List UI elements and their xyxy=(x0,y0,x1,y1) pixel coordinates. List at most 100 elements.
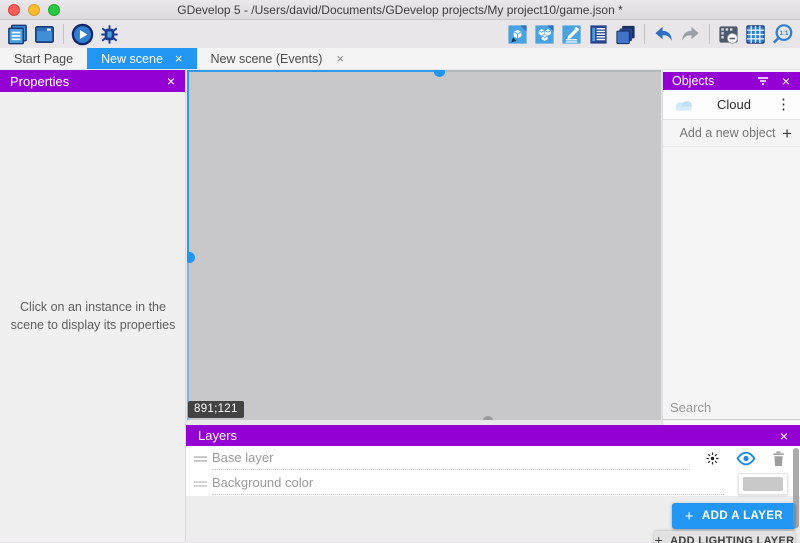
layer-row-background-color[interactable]: Background color xyxy=(186,471,800,496)
layer-name-field[interactable]: Base layer xyxy=(212,447,690,470)
tab-bar: Start Page New scene × New scene (Events… xyxy=(0,48,800,70)
cloud-object-icon xyxy=(673,98,695,112)
drag-handle-icon[interactable] xyxy=(192,479,212,489)
start-page-button[interactable] xyxy=(31,21,58,47)
zoom-1-1-icon: 1:1 xyxy=(771,23,794,46)
objects-close-icon[interactable]: × xyxy=(780,74,792,88)
toggle-grid-button[interactable] xyxy=(742,21,769,47)
grid-icon xyxy=(744,23,767,46)
layer-delete-trash-icon[interactable] xyxy=(771,450,786,467)
tab-new-scene[interactable]: New scene × xyxy=(87,48,196,69)
object-list-item-cloud[interactable]: Cloud ⋮ xyxy=(663,90,800,120)
objects-search-bar xyxy=(663,396,800,420)
scene-properties-button[interactable] xyxy=(558,21,585,47)
toolbar-separator xyxy=(709,24,710,44)
layers-panel-title: Layers xyxy=(198,428,237,443)
preview-button[interactable] xyxy=(69,21,96,47)
instances-list-button[interactable] xyxy=(585,21,612,47)
objects-panel-header: Objects × xyxy=(663,72,800,90)
redo-icon xyxy=(679,23,702,46)
scene-window-border-left xyxy=(187,70,189,258)
add-new-object-label: Add a new object xyxy=(673,126,782,140)
properties-panel-title: Properties xyxy=(10,74,69,89)
toolbar: 1:1 xyxy=(0,20,800,48)
objects-filter-icon[interactable] xyxy=(756,75,770,87)
add-new-object-button[interactable]: Add a new object + xyxy=(663,120,800,147)
background-color-swatch[interactable] xyxy=(743,477,783,491)
traffic-zoom-button[interactable] xyxy=(48,4,60,16)
object-groups-icon xyxy=(533,23,556,46)
plus-icon: + xyxy=(685,509,694,524)
layers-panel-header: Layers × xyxy=(186,425,800,446)
object-menu-kebab-icon[interactable]: ⋮ xyxy=(773,97,794,112)
traffic-close-button[interactable] xyxy=(8,4,20,16)
toolbar-separator xyxy=(644,24,645,44)
cursor-coordinates-badge: 891;121 xyxy=(188,401,244,418)
layers-stack-icon xyxy=(614,23,637,46)
scene-window-border-top xyxy=(187,70,440,72)
layer-visibility-eye-icon[interactable] xyxy=(736,451,756,466)
tab-close-icon[interactable]: × xyxy=(175,52,183,65)
toggle-window-mask-button[interactable] xyxy=(715,21,742,47)
background-color-picker[interactable] xyxy=(738,473,788,495)
instances-list-icon xyxy=(587,23,610,46)
objects-panel: Objects × Cloud ⋮ Add a new object + xyxy=(662,70,800,425)
scene-canvas[interactable]: 891;121 xyxy=(187,70,661,420)
zoom-options-button[interactable]: 1:1 xyxy=(769,21,796,47)
layers-close-icon[interactable]: × xyxy=(778,429,790,443)
resize-handle-top[interactable] xyxy=(434,70,445,77)
add-layer-button[interactable]: + ADD A LAYER xyxy=(672,503,796,529)
traffic-lights xyxy=(8,4,60,16)
properties-hint-text: Click on an instance in the scene to dis… xyxy=(8,298,178,334)
layer-row-actions xyxy=(704,450,792,467)
tab-new-scene-events[interactable]: New scene (Events) × xyxy=(197,48,358,69)
project-manager-button[interactable] xyxy=(4,21,31,47)
resize-handle-bottom[interactable] xyxy=(483,416,493,420)
add-lighting-layer-button[interactable]: + ADD LIGHTING LAYER xyxy=(654,531,795,543)
layer-row-base-layer[interactable]: Base layer xyxy=(186,446,800,471)
add-lighting-layer-label: ADD LIGHTING LAYER xyxy=(670,535,794,543)
add-layer-label: ADD A LAYER xyxy=(702,510,783,522)
layer-name-field[interactable]: Background color xyxy=(212,472,724,495)
scene-window-border-left-faded xyxy=(187,258,189,420)
edit-objects-button[interactable] xyxy=(504,21,531,47)
debug-button[interactable] xyxy=(96,21,123,47)
window-title: GDevelop 5 - /Users/david/Documents/GDev… xyxy=(0,0,800,20)
edit-object-groups-button[interactable] xyxy=(531,21,558,47)
undo-button[interactable] xyxy=(650,21,677,47)
window-mask-icon xyxy=(717,23,740,46)
layer-effects-icon[interactable] xyxy=(704,450,721,467)
objects-editor-icon xyxy=(506,23,529,46)
debug-bug-icon xyxy=(98,23,121,46)
window-icon xyxy=(33,23,56,46)
object-name-label: Cloud xyxy=(695,97,773,112)
tab-label: New scene (Events) xyxy=(211,52,323,66)
tab-start-page[interactable]: Start Page xyxy=(0,48,87,69)
undo-icon xyxy=(652,23,675,46)
project-manager-icon xyxy=(6,23,29,46)
properties-panel: Properties × Click on an instance in the… xyxy=(0,70,186,542)
scene-window-border-top-faded xyxy=(440,70,661,72)
toolbar-separator xyxy=(63,24,64,44)
gdevelop-window: GDevelop 5 - /Users/david/Documents/GDev… xyxy=(0,0,800,543)
plus-icon: + xyxy=(782,125,792,142)
titlebar: GDevelop 5 - /Users/david/Documents/GDev… xyxy=(0,0,800,20)
layers-editor-button[interactable] xyxy=(612,21,639,47)
main-area: Properties × Click on an instance in the… xyxy=(0,70,800,542)
play-icon xyxy=(71,23,94,46)
redo-button[interactable] xyxy=(677,21,704,47)
properties-panel-header: Properties × xyxy=(0,70,185,92)
edit-pencil-icon xyxy=(560,23,583,46)
drag-handle-icon[interactable] xyxy=(192,454,212,464)
traffic-minimize-button[interactable] xyxy=(28,4,40,16)
tab-label: Start Page xyxy=(14,52,73,66)
objects-search-input[interactable] xyxy=(670,400,800,415)
tab-close-icon[interactable]: × xyxy=(336,52,344,65)
properties-close-icon[interactable]: × xyxy=(165,74,177,88)
resize-handle-left[interactable] xyxy=(187,252,195,263)
layers-panel: Layers × Base layer Background color xyxy=(186,425,800,542)
tab-label: New scene xyxy=(101,52,163,66)
layers-scrollbar[interactable] xyxy=(793,448,799,528)
svg-text:1:1: 1:1 xyxy=(779,29,789,36)
objects-panel-title: Objects xyxy=(672,74,714,88)
